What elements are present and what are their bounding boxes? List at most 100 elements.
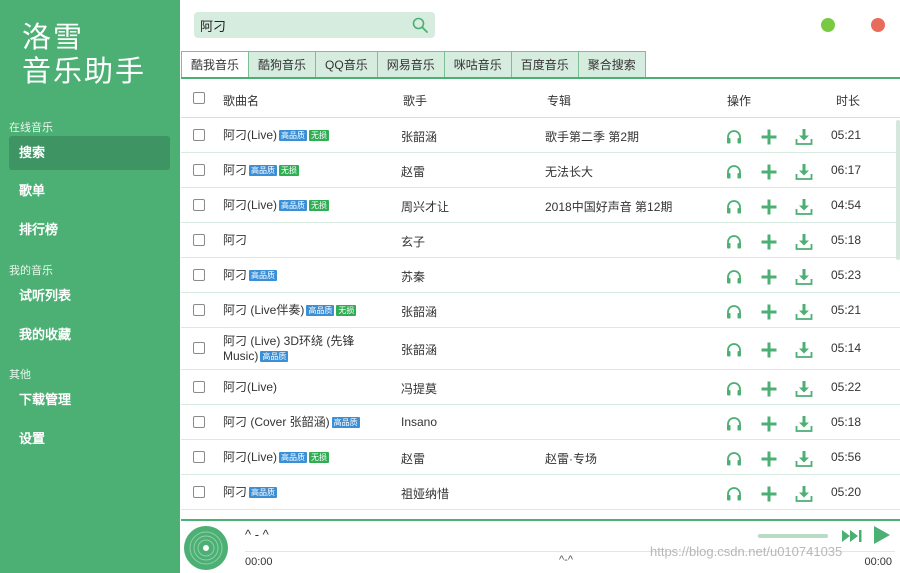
plus-icon[interactable]: [760, 303, 778, 321]
sidebar-item-playlists[interactable]: 歌单: [9, 174, 170, 208]
disc-icon[interactable]: [183, 525, 229, 571]
select-all-checkbox[interactable]: [193, 92, 205, 104]
next-track-icon[interactable]: [841, 528, 863, 544]
tab-aggregate[interactable]: 聚合搜索: [578, 51, 646, 78]
headphones-icon[interactable]: [725, 233, 743, 251]
headphones-icon[interactable]: [725, 450, 743, 468]
headphones-icon[interactable]: [725, 341, 743, 359]
tab-baidu[interactable]: 百度音乐: [511, 51, 579, 78]
headphones-icon[interactable]: [725, 268, 743, 286]
row-checkbox[interactable]: [193, 304, 205, 316]
headphones-icon[interactable]: [725, 380, 743, 398]
sidebar-item-settings[interactable]: 设置: [9, 422, 170, 456]
close-button[interactable]: [871, 18, 885, 32]
download-icon[interactable]: [795, 450, 813, 468]
sidebar-item-listen-list[interactable]: 试听列表: [9, 279, 170, 313]
download-icon[interactable]: [795, 198, 813, 216]
row-checkbox[interactable]: [193, 451, 205, 463]
download-icon[interactable]: [795, 303, 813, 321]
album-name[interactable]: 赵雷·专场: [545, 450, 597, 467]
plus-icon[interactable]: [760, 415, 778, 433]
hq-badge: 高品质: [249, 270, 278, 281]
volume-slider[interactable]: [758, 534, 828, 538]
row-checkbox[interactable]: [193, 199, 205, 211]
plus-icon[interactable]: [760, 163, 778, 181]
logo-line-2: 音乐助手: [22, 54, 147, 88]
artist-name[interactable]: 玄子: [401, 233, 425, 250]
download-icon[interactable]: [795, 341, 813, 359]
artist-name[interactable]: 赵雷: [401, 450, 425, 467]
artist-name[interactable]: 苏秦: [401, 268, 425, 285]
table-row[interactable]: 阿刁(Live) 冯提莫 05:22: [181, 370, 900, 405]
song-name: 阿刁 高品质: [223, 485, 388, 500]
table-row[interactable]: 阿刁 (Cover 张韶涵) 高品质 Insano 05:18: [181, 405, 900, 440]
plus-icon[interactable]: [760, 380, 778, 398]
plus-icon[interactable]: [760, 450, 778, 468]
plus-icon[interactable]: [760, 268, 778, 286]
row-checkbox[interactable]: [193, 269, 205, 281]
minimize-button[interactable]: [821, 18, 835, 32]
headphones-icon[interactable]: [725, 198, 743, 216]
search-icon[interactable]: [411, 16, 429, 34]
table-row[interactable]: 阿刁 (Live) 3D环绕 (先锋Music) 高品质 张韶涵 05:14: [181, 328, 900, 370]
album-name[interactable]: 2018中国好声音 第12期: [545, 198, 672, 215]
headphones-icon[interactable]: [725, 163, 743, 181]
table-row[interactable]: 阿刁 高品质 祖娅纳惜 05:20: [181, 475, 900, 510]
sidebar-item-charts[interactable]: 排行榜: [9, 213, 170, 247]
download-icon[interactable]: [795, 128, 813, 146]
headphones-icon[interactable]: [725, 485, 743, 503]
plus-icon[interactable]: [760, 128, 778, 146]
table-row[interactable]: 阿刁(Live) 高品质 无损 张韶涵 歌手第二季 第2期 05:21: [181, 118, 900, 153]
song-title: 阿刁(Live): [223, 198, 278, 212]
play-icon[interactable]: [873, 525, 891, 545]
table-row[interactable]: 阿刁(Live) 高品质 无损 周兴才让 2018中国好声音 第12期 04:54: [181, 188, 900, 223]
artist-name[interactable]: 冯提莫: [401, 380, 437, 397]
table-row[interactable]: 阿刁 玄子 05:18: [181, 223, 900, 258]
table-row[interactable]: 阿刁 (Live伴奏) 高品质 无损 张韶涵 05:21: [181, 293, 900, 328]
headphones-icon[interactable]: [725, 303, 743, 321]
tab-kugou[interactable]: 酷狗音乐: [249, 51, 317, 78]
search-input[interactable]: [200, 15, 405, 35]
download-icon[interactable]: [795, 485, 813, 503]
artist-name[interactable]: 张韶涵: [401, 341, 437, 358]
headphones-icon[interactable]: [725, 128, 743, 146]
plus-icon[interactable]: [760, 485, 778, 503]
tab-netease[interactable]: 网易音乐: [377, 51, 445, 78]
row-checkbox[interactable]: [193, 164, 205, 176]
row-checkbox[interactable]: [193, 342, 205, 354]
row-checkbox[interactable]: [193, 381, 205, 393]
tab-qq[interactable]: QQ音乐: [316, 51, 378, 78]
download-icon[interactable]: [795, 233, 813, 251]
row-checkbox[interactable]: [193, 486, 205, 498]
album-name[interactable]: 歌手第二季 第2期: [545, 128, 639, 145]
table-row[interactable]: 阿刁(Live) 高品质 无损 赵雷 赵雷·专场 05:56: [181, 440, 900, 475]
row-checkbox[interactable]: [193, 234, 205, 246]
sidebar-item-downloads[interactable]: 下载管理: [9, 383, 170, 417]
plus-icon[interactable]: [760, 341, 778, 359]
download-icon[interactable]: [795, 163, 813, 181]
artist-name[interactable]: 赵雷: [401, 163, 425, 180]
row-checkbox[interactable]: [193, 129, 205, 141]
now-playing-title: ^ - ^: [245, 527, 269, 542]
artist-name[interactable]: 祖娅纳惜: [401, 485, 449, 502]
scrollbar-thumb[interactable]: [896, 120, 900, 260]
table-row[interactable]: 阿刁 高品质 无损 赵雷 无法长大 06:17: [181, 153, 900, 188]
artist-name[interactable]: 周兴才让: [401, 198, 449, 215]
plus-icon[interactable]: [760, 233, 778, 251]
download-icon[interactable]: [795, 268, 813, 286]
tab-migu[interactable]: 咪咕音乐: [444, 51, 512, 78]
album-name[interactable]: 无法长大: [545, 163, 593, 180]
artist-name[interactable]: Insano: [401, 415, 437, 429]
artist-name[interactable]: 张韶涵: [401, 128, 437, 145]
sidebar-item-search[interactable]: 搜索: [9, 136, 170, 170]
artist-name[interactable]: 张韶涵: [401, 303, 437, 320]
sidebar-item-favorites[interactable]: 我的收藏: [9, 318, 170, 352]
headphones-icon[interactable]: [725, 415, 743, 433]
table-row[interactable]: 阿刁 高品质 苏秦 05:23: [181, 258, 900, 293]
row-checkbox[interactable]: [193, 416, 205, 428]
download-icon[interactable]: [795, 380, 813, 398]
download-icon[interactable]: [795, 415, 813, 433]
plus-icon[interactable]: [760, 198, 778, 216]
lossless-badge: 无损: [309, 200, 330, 211]
tab-kuwo[interactable]: 酷我音乐: [181, 51, 250, 78]
